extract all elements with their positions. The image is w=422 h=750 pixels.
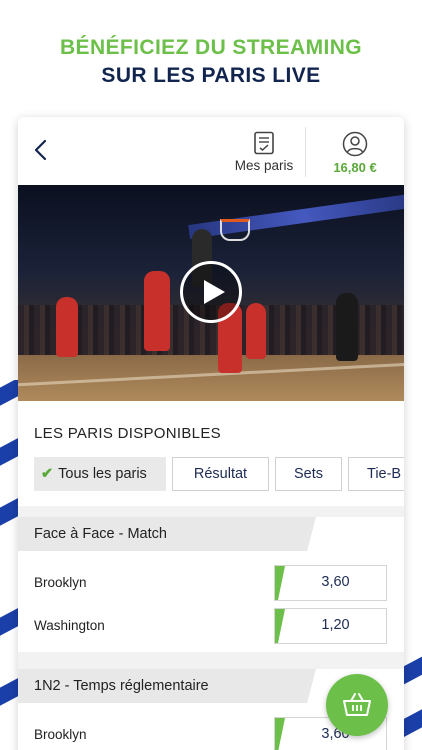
player-figure (144, 271, 170, 351)
team-name: Washington (34, 618, 105, 633)
live-video-player[interactable] (18, 185, 404, 401)
odd-accent (275, 566, 285, 600)
market-header: 1N2 - Temps réglementaire (18, 669, 316, 703)
player-figure (336, 293, 358, 361)
odd-button[interactable]: 3,60 (274, 565, 387, 601)
chevron-left-icon (34, 139, 47, 161)
app-screen: Mes paris 16,80 € LES PARIS DISPONIBLES … (18, 117, 404, 750)
basketball-hoop (220, 219, 250, 241)
player-figure (56, 297, 78, 357)
filter-tab-label: Tie-B (367, 466, 402, 482)
team-name: Brooklyn (34, 575, 87, 590)
topbar-divider (305, 127, 306, 177)
market-header: Face à Face - Match (18, 517, 316, 551)
filter-tab-label: Sets (293, 466, 323, 482)
basket-button[interactable] (326, 674, 388, 736)
section-title: LES PARIS DISPONIBLES (34, 425, 221, 442)
odd-value: 1,20 (321, 617, 350, 633)
promo-line-1: BÉNÉFICIEZ DU STREAMING (59, 36, 363, 59)
top-bar: Mes paris 16,80 € (18, 117, 404, 185)
filter-tab-all[interactable]: ✔ Tous les paris (34, 457, 166, 491)
filter-tab-label: Tous les paris (58, 466, 147, 482)
available-bets-section: LES PARIS DISPONIBLES ✔ Tous les paris Ré… (18, 401, 404, 506)
market-title: Face à Face - Match (34, 526, 167, 542)
promo-line-2: SUR LES PARIS LIVE (101, 64, 321, 87)
back-button[interactable] (30, 137, 54, 163)
filter-tab-sets[interactable]: Sets (275, 457, 342, 491)
account-balance: 16,80 € (333, 160, 377, 175)
filter-tab-tie-break[interactable]: Tie-B (348, 457, 404, 491)
market-card: Face à Face - Match Brooklyn 3,60 Washin… (18, 517, 404, 652)
bet-filter-tabs: ✔ Tous les paris Résultat Sets Tie-B (34, 457, 404, 493)
odd-accent (275, 609, 285, 643)
account-button[interactable]: 16,80 € (308, 127, 402, 185)
filter-tab-label: Résultat (193, 466, 248, 482)
market-title: 1N2 - Temps réglementaire (34, 678, 209, 694)
promo-headline: BÉNÉFICIEZ DU STREAMING SUR LES PARIS LI… (0, 34, 422, 90)
my-bets-button[interactable]: Mes paris (224, 127, 304, 185)
odd-value: 3,60 (321, 574, 350, 590)
checkmark-icon: ✔ (41, 466, 54, 482)
basket-icon (343, 693, 371, 716)
my-bets-label: Mes paris (234, 158, 294, 173)
play-icon (204, 280, 225, 304)
user-circle-icon (342, 131, 368, 157)
team-name: Brooklyn (34, 727, 87, 742)
court-floor (18, 355, 404, 401)
play-button[interactable] (180, 261, 242, 323)
odd-accent (275, 718, 285, 750)
odd-button[interactable]: 1,20 (274, 608, 387, 644)
filter-tab-result[interactable]: Résultat (172, 457, 269, 491)
bet-slip-icon (254, 131, 274, 155)
player-figure (246, 303, 266, 359)
